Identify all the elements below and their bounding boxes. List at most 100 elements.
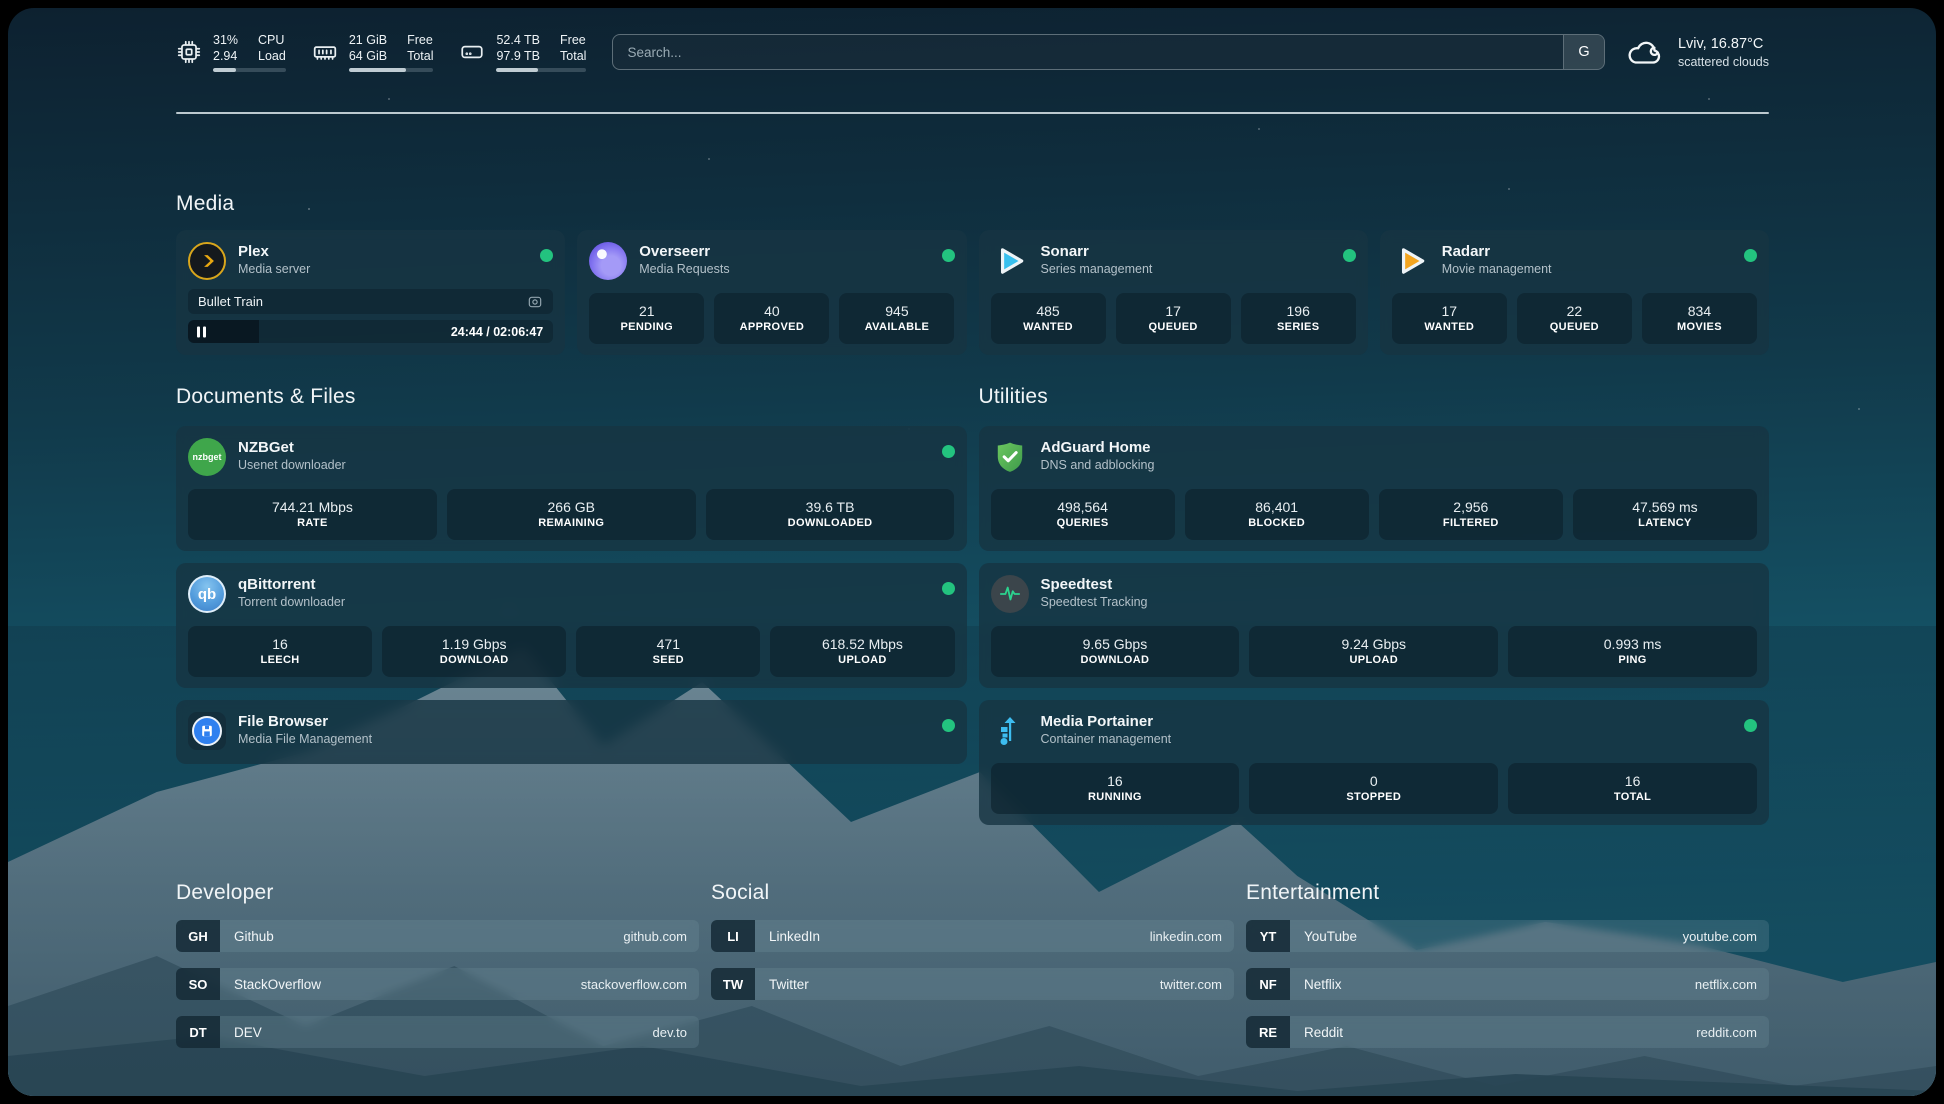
app-subtitle: Speedtest Tracking [1041, 594, 1148, 611]
link-label: Twitter [769, 977, 809, 992]
filebrowser-logo-icon [188, 712, 226, 750]
app-card-adguard[interactable]: AdGuard Home DNS and adblocking 498,564Q… [979, 426, 1770, 551]
memory-total-value: 64 GiB [349, 48, 387, 64]
app-name: qBittorrent [238, 575, 345, 594]
app-card-speedtest[interactable]: Speedtest Speedtest Tracking 9.65 GbpsDO… [979, 563, 1770, 688]
status-online-dot [942, 445, 955, 458]
app-card-qbittorrent[interactable]: qb qBittorrent Torrent downloader 16LEEC… [176, 563, 967, 688]
topbar-divider [176, 112, 1769, 114]
link-reddit[interactable]: RE Reddit reddit.com [1246, 1016, 1769, 1048]
adguard-logo-icon [991, 438, 1029, 476]
sonarr-logo-icon [991, 242, 1029, 280]
stat-downloaded: 39.6 TBDOWNLOADED [706, 489, 955, 540]
stat-rate: 744.21 MbpsRATE [188, 489, 437, 540]
app-card-overseerr[interactable]: Overseerr Media Requests 21PENDING 40APP… [577, 230, 966, 355]
link-label: StackOverflow [234, 977, 321, 992]
app-name: Radarr [1442, 242, 1552, 261]
social-section-title: Social [711, 881, 1234, 905]
stackoverflow-badge-icon: SO [176, 968, 220, 1000]
now-playing-progress-bar: 24:44 / 02:06:47 [188, 320, 553, 343]
disk-total-value: 97.9 TB [496, 48, 540, 64]
cpu-load-value: 2.94 [213, 48, 238, 64]
session-screen-icon[interactable] [527, 294, 543, 310]
app-card-sonarr[interactable]: Sonarr Series management 485WANTED 17QUE… [979, 230, 1368, 355]
entertainment-links-column: Entertainment YT YouTube youtube.com NF … [1246, 825, 1769, 1064]
cpu-stat: 31% 2.94 CPU Load [176, 32, 286, 72]
twitter-badge-icon: TW [711, 968, 755, 1000]
app-name: NZBGet [238, 438, 346, 457]
stat-remaining: 266 GBREMAINING [447, 489, 696, 540]
stat-filtered: 2,956FILTERED [1379, 489, 1563, 540]
app-subtitle: Media server [238, 261, 310, 278]
disk-stat: 52.4 TB 97.9 TB Free Total [459, 32, 586, 72]
app-card-nzbget[interactable]: nzbget NZBGet Usenet downloader 744.21 M… [176, 426, 967, 551]
status-online-dot [1343, 249, 1356, 262]
stat-wanted: 485WANTED [991, 293, 1106, 344]
youtube-badge-icon: YT [1246, 920, 1290, 952]
link-label: Github [234, 929, 274, 944]
link-url: reddit.com [1696, 1025, 1757, 1040]
stat-ping: 0.993 msPING [1508, 626, 1757, 677]
disk-free-value: 52.4 TB [496, 32, 540, 48]
app-card-plex[interactable]: Plex Media server Bullet Train 24:44 / 0… [176, 230, 565, 355]
stat-queued: 22QUEUED [1517, 293, 1632, 344]
weather-condition: scattered clouds [1678, 54, 1769, 70]
search-engine-button[interactable]: G [1563, 35, 1604, 69]
nzbget-logo-icon: nzbget [188, 438, 226, 476]
cloud-icon [1625, 36, 1665, 69]
app-subtitle: Container management [1041, 731, 1172, 748]
system-stats: 31% 2.94 CPU Load [176, 32, 586, 72]
stat-latency: 47.569 msLATENCY [1573, 489, 1757, 540]
radarr-logo-icon [1392, 242, 1430, 280]
stat-leech: 16LEECH [188, 626, 372, 677]
search-input[interactable] [613, 35, 1563, 69]
link-twitter[interactable]: TW Twitter twitter.com [711, 968, 1234, 1000]
reddit-badge-icon: RE [1246, 1016, 1290, 1048]
status-online-dot [1744, 249, 1757, 262]
disk-free-label: Free [560, 32, 586, 48]
stat-series: 196SERIES [1241, 293, 1356, 344]
dev-badge-icon: DT [176, 1016, 220, 1048]
stat-pending: 21PENDING [589, 293, 704, 344]
link-netflix[interactable]: NF Netflix netflix.com [1246, 968, 1769, 1000]
link-youtube[interactable]: YT YouTube youtube.com [1246, 920, 1769, 952]
documents-section-title: Documents & Files [176, 385, 967, 409]
app-subtitle: Torrent downloader [238, 594, 345, 611]
memory-free-label: Free [407, 32, 433, 48]
link-github[interactable]: GH Github github.com [176, 920, 699, 952]
link-url: stackoverflow.com [581, 977, 687, 992]
status-online-dot [942, 582, 955, 595]
weather-location-temp: Lviv, 16.87°C [1678, 35, 1769, 54]
app-card-portainer[interactable]: Media Portainer Container management 16R… [979, 700, 1770, 825]
developer-section-title: Developer [176, 881, 699, 905]
memory-icon [312, 39, 338, 65]
link-stackoverflow[interactable]: SO StackOverflow stackoverflow.com [176, 968, 699, 1000]
app-card-radarr[interactable]: Radarr Movie management 17WANTED 22QUEUE… [1380, 230, 1769, 355]
app-name: AdGuard Home [1041, 438, 1155, 457]
app-subtitle: Media File Management [238, 731, 372, 748]
linkedin-badge-icon: LI [711, 920, 755, 952]
topbar: 31% 2.94 CPU Load [176, 24, 1769, 80]
social-links-column: Social LI LinkedIn linkedin.com TW Twitt… [711, 825, 1234, 1064]
link-dev[interactable]: DT DEV dev.to [176, 1016, 699, 1048]
link-url: twitter.com [1160, 977, 1222, 992]
app-name: Media Portainer [1041, 712, 1172, 731]
cpu-progress-bar [213, 68, 286, 72]
link-linkedin[interactable]: LI LinkedIn linkedin.com [711, 920, 1234, 952]
app-name: Overseerr [639, 242, 729, 261]
stat-wanted: 17WANTED [1392, 293, 1507, 344]
netflix-badge-icon: NF [1246, 968, 1290, 1000]
link-label: Reddit [1304, 1025, 1343, 1040]
search-bar: G [612, 34, 1605, 70]
disk-icon [459, 39, 485, 65]
app-name: Speedtest [1041, 575, 1148, 594]
media-section-title: Media [176, 192, 1769, 216]
status-online-dot [540, 249, 553, 262]
app-subtitle: Series management [1041, 261, 1153, 278]
stat-blocked: 86,401BLOCKED [1185, 489, 1369, 540]
memory-stat: 21 GiB 64 GiB Free Total [312, 32, 434, 72]
speedtest-logo-icon [991, 575, 1029, 613]
app-card-filebrowser[interactable]: File Browser Media File Management [176, 700, 967, 764]
entertainment-section-title: Entertainment [1246, 881, 1769, 905]
stat-running: 16RUNNING [991, 763, 1240, 814]
